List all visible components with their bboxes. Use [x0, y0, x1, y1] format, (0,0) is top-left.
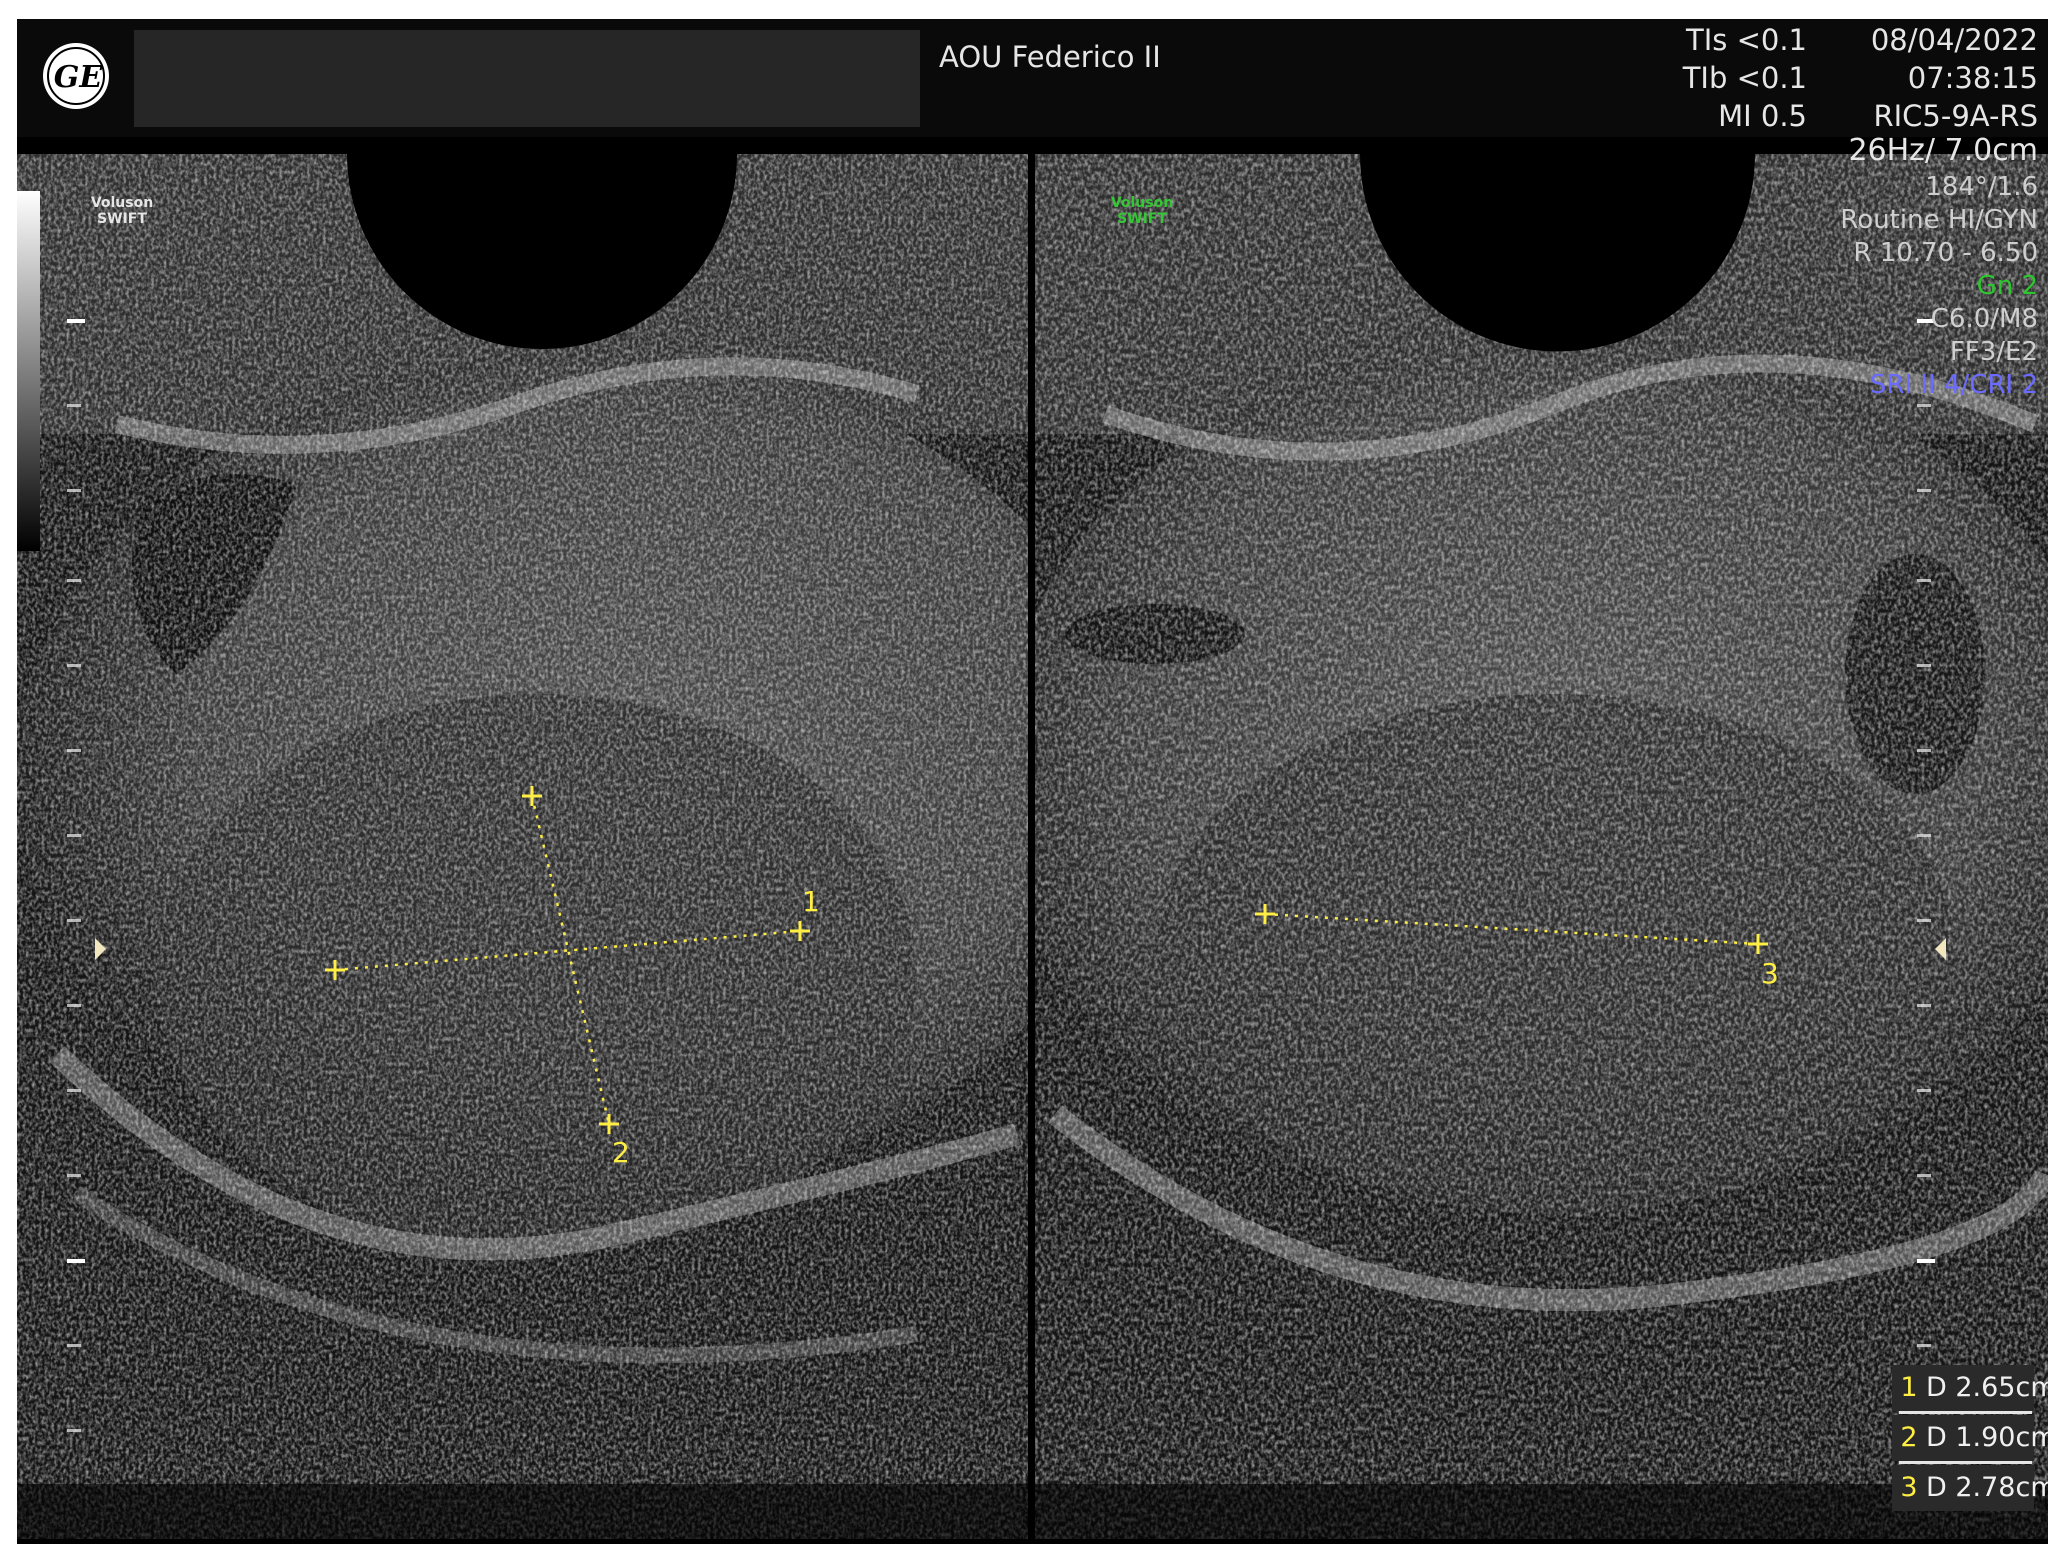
caliper-endpoints: [325, 786, 1768, 1134]
ff-readout: FF3/E2: [1949, 337, 2038, 367]
ultrasound-screen: GE AOU Federico II TIs <0.1 TIb <0.1 MI …: [17, 19, 2048, 1544]
caliper-cross-3b: [1748, 934, 1768, 954]
measurement-row-3: 3 D 2.78cm: [1892, 1465, 2048, 1511]
measurement-index-2: 2: [1900, 1422, 1918, 1453]
measurement-value-2: D 1.90cm: [1926, 1422, 2048, 1453]
caliper-label-1: 1: [802, 885, 820, 918]
caliper-line-2: [530, 795, 611, 1125]
caliper-cross-1a: [325, 960, 345, 980]
sri-readout: SRI II 4/CRI 2: [1869, 370, 2038, 400]
imaging-params-block: 184°/1.6 Routine HI/GYN R 10.70 - 6.50 G…: [1717, 171, 2038, 402]
caliper-line-1: [334, 929, 801, 972]
page: { "header": { "logo_text": "GE", "hospit…: [0, 0, 2061, 1560]
measurement-divider-1: [1899, 1411, 2032, 1414]
caliper-lines: [334, 795, 1759, 1125]
caliper-cross-2a: [522, 786, 542, 806]
measurement-index-3: 3: [1900, 1472, 1918, 1503]
angle-readout: 184°/1.6: [1925, 172, 2038, 202]
range-readout: R 10.70 - 6.50: [1853, 238, 2038, 268]
caliper-cross-2b: [599, 1114, 619, 1134]
caliper-line-3: [1264, 912, 1759, 946]
caliper-cross-3a: [1255, 904, 1275, 924]
measurement-row-1: 1 D 2.65cm: [1892, 1365, 2048, 1411]
measurement-row-2: 2 D 1.90cm: [1892, 1415, 2048, 1461]
gain-readout: Gn 2: [1976, 271, 2038, 301]
caliper-label-3: 3: [1761, 957, 1779, 990]
measurement-value-1: D 2.65cm: [1926, 1372, 2048, 1403]
measurement-index-1: 1: [1900, 1372, 1918, 1403]
cm-readout: C6.0/M8: [1930, 304, 2038, 334]
measurement-divider-2: [1899, 1461, 2032, 1464]
caliper-cross-1b: [790, 921, 810, 941]
frame-depth-readout: 26Hz/ 7.0cm: [1848, 133, 2038, 168]
preset-readout: Routine HI/GYN: [1840, 205, 2038, 235]
measurement-value-3: D 2.78cm: [1926, 1472, 2048, 1503]
caliper-label-2: 2: [612, 1136, 630, 1169]
